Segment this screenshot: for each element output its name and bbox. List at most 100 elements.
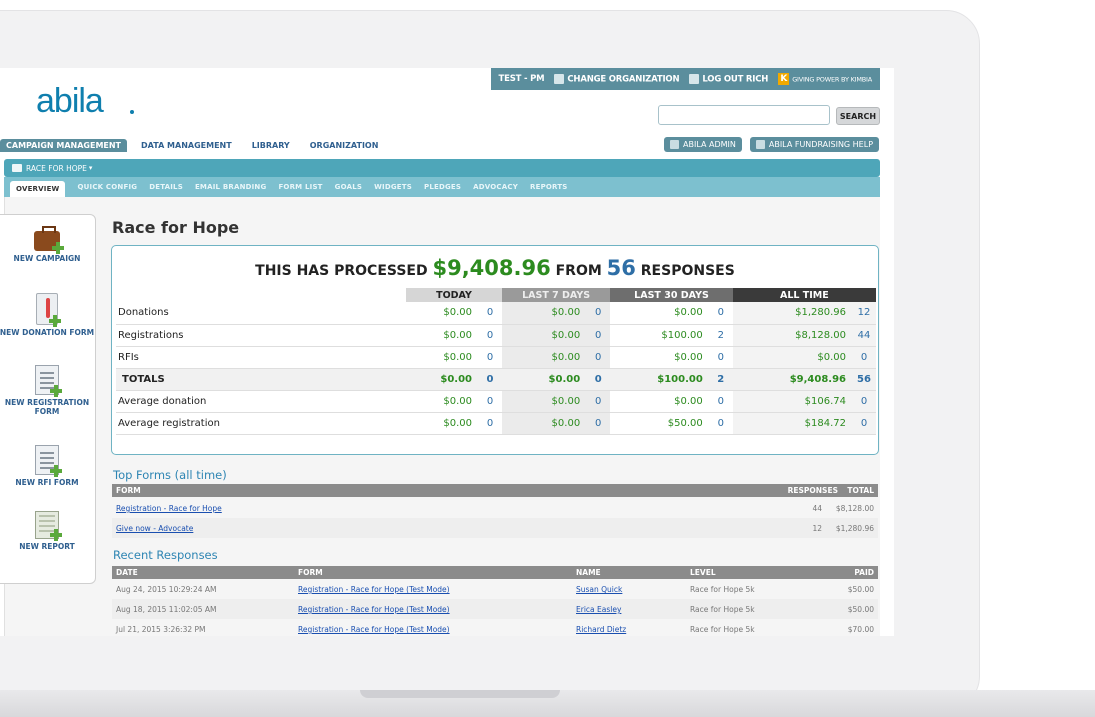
col-form: FORM <box>298 568 323 577</box>
new-rfi-form-label: NEW RFI FORM <box>15 478 79 487</box>
search-input[interactable] <box>658 105 830 125</box>
form-link[interactable]: Give now - Advocate <box>116 524 193 533</box>
summary-table-body: Donations $0.00 0 $0.00 0 $0.00 0 $1,280.96 12 Re… <box>116 302 876 435</box>
help-icon <box>755 140 765 149</box>
nav-library[interactable]: LIBRARY <box>246 139 296 152</box>
col-date: DATE <box>116 568 138 577</box>
tab-pledges[interactable]: PLEDGES <box>424 183 461 191</box>
all-time-amount: $106.74 <box>732 390 852 413</box>
nav-organization[interactable]: ORGANIZATION <box>304 139 385 152</box>
form-link[interactable]: Registration - Race for Hope (Test Mode) <box>298 605 450 614</box>
user-label: TEST - PM <box>498 74 545 84</box>
fundraising-help-button[interactable]: ABILA FUNDRAISING HELP <box>749 137 880 152</box>
chevron-down-icon[interactable]: ▾ <box>89 164 93 172</box>
headline-suffix: RESPONSES <box>640 263 735 279</box>
today-count: 0 <box>478 390 502 413</box>
table-row: Average donation $0.00 0 $0.00 0 $0.00 0 $106.7… <box>116 390 876 413</box>
all-time-amount: $184.72 <box>732 412 852 435</box>
tab-goals[interactable]: GOALS <box>335 183 362 191</box>
new-donation-form-label: NEW DONATION FORM <box>0 328 95 337</box>
nav-campaign-management[interactable]: CAMPAIGN MANAGEMENT <box>0 138 128 152</box>
page-title: Race for Hope <box>112 218 240 237</box>
respondent-name-link[interactable]: Erica Easley <box>576 605 621 614</box>
table-row: Give now - Advocate 12 $1,280.96 <box>112 518 878 538</box>
header-all-time: ALL TIME <box>732 288 876 302</box>
logo-dot <box>130 110 134 114</box>
last-30-days-count: 0 <box>708 412 733 435</box>
tab-reports[interactable]: REPORTS <box>530 183 568 191</box>
col-total: TOTAL <box>847 486 874 495</box>
headline-count: 56 <box>606 256 636 280</box>
new-registration-form-button[interactable]: NEW REGISTRATION FORM <box>0 365 97 416</box>
table-row: Jul 21, 2015 3:26:32 PM Registration - Ra… <box>112 619 878 636</box>
level-label: Race for Hope 5k <box>690 625 755 634</box>
logout-icon <box>689 73 700 84</box>
campaign-bar[interactable]: RACE FOR HOPE ▾ <box>4 159 880 177</box>
abila-admin-button[interactable]: ABILA ADMIN <box>664 137 742 152</box>
all-time-amount: $1,280.96 <box>732 302 852 325</box>
top-forms-header: FORM RESPONSES TOTAL <box>112 484 878 497</box>
last-7-days-count: 0 <box>586 346 611 369</box>
new-campaign-button[interactable]: NEW CAMPAIGN <box>0 225 97 263</box>
admin-icon <box>670 140 679 149</box>
row-label: Average registration <box>116 412 406 435</box>
tab-form-list[interactable]: FORM LIST <box>278 183 322 191</box>
table-row: Registration - Race for Hope 44 $8,128.0… <box>112 498 878 518</box>
nav-data-management[interactable]: DATA MANAGEMENT <box>135 139 238 152</box>
last-30-days-amount: $100.00 <box>610 324 709 347</box>
today-amount: $0.00 <box>406 390 478 413</box>
today-count: 0 <box>478 368 502 391</box>
last-30-days-count: 0 <box>708 346 733 369</box>
tab-overview[interactable]: OVERVIEW <box>10 181 66 197</box>
tab-quick-config[interactable]: QUICK CONFIG <box>77 183 137 191</box>
respondent-name-link[interactable]: Richard Dietz <box>576 625 626 634</box>
tab-details[interactable]: DETAILS <box>149 183 183 191</box>
today-count: 0 <box>478 346 502 369</box>
all-time-count: 0 <box>852 346 876 369</box>
new-rfi-form-button[interactable]: NEW RFI FORM <box>0 445 97 487</box>
today-amount: $0.00 <box>406 302 478 325</box>
all-time-amount: $8,128.00 <box>732 324 852 347</box>
last-30-days-count: 0 <box>708 390 733 413</box>
checklist-icon <box>35 365 62 397</box>
logout-link[interactable]: LOG OUT RICH <box>689 73 768 84</box>
tab-widgets[interactable]: WIDGETS <box>374 183 412 191</box>
form-link[interactable]: Registration - Race for Hope (Test Mode) <box>298 625 450 634</box>
change-organization-link[interactable]: CHANGE ORGANIZATION <box>554 73 680 84</box>
abila-logo[interactable]: abila <box>36 82 104 121</box>
all-time-count: 0 <box>852 412 876 435</box>
plus-icon <box>50 529 62 541</box>
today-count: 0 <box>478 324 502 347</box>
response-date: Aug 24, 2015 10:29:24 AM <box>116 585 217 594</box>
last-7-days-count: 0 <box>586 324 611 347</box>
last-30-days-amount: $0.00 <box>610 302 709 325</box>
last-30-days-amount: $0.00 <box>610 346 709 369</box>
all-time-count: 44 <box>852 324 876 347</box>
level-label: Race for Hope 5k <box>690 605 755 614</box>
campaign-name: RACE FOR HOPE <box>26 163 87 173</box>
tab-advocacy[interactable]: ADVOCACY <box>473 183 518 191</box>
last-7-days-count: 0 <box>586 390 611 413</box>
headline-middle: FROM <box>555 263 602 279</box>
col-form: FORM <box>116 486 141 495</box>
row-label: TOTALS <box>116 368 406 391</box>
today-amount: $0.00 <box>406 324 478 347</box>
all-time-count: 12 <box>852 302 876 325</box>
app-screen: TEST - PM CHANGE ORGANIZATION LOG OUT RI… <box>0 68 894 636</box>
last-7-days-amount: $0.00 <box>502 390 587 413</box>
new-campaign-label: NEW CAMPAIGN <box>13 254 81 263</box>
row-label: Average donation <box>116 390 406 413</box>
last-7-days-count: 0 <box>586 412 611 435</box>
respondent-name-link[interactable]: Susan Quick <box>576 585 622 594</box>
new-donation-form-button[interactable]: NEW DONATION FORM <box>0 293 97 337</box>
form-link[interactable]: Registration - Race for Hope <box>116 504 222 513</box>
new-report-button[interactable]: NEW REPORT <box>0 511 97 551</box>
today-amount: $0.00 <box>406 346 478 369</box>
spreadsheet-icon <box>35 511 62 541</box>
last-30-days-amount: $50.00 <box>610 412 709 435</box>
last-7-days-amount: $0.00 <box>502 346 587 369</box>
tab-email-branding[interactable]: EMAIL BRANDING <box>195 183 267 191</box>
form-link[interactable]: Registration - Race for Hope (Test Mode) <box>298 585 450 594</box>
search-button[interactable]: SEARCH <box>836 107 880 125</box>
last-30-days-amount: $100.00 <box>610 368 709 391</box>
